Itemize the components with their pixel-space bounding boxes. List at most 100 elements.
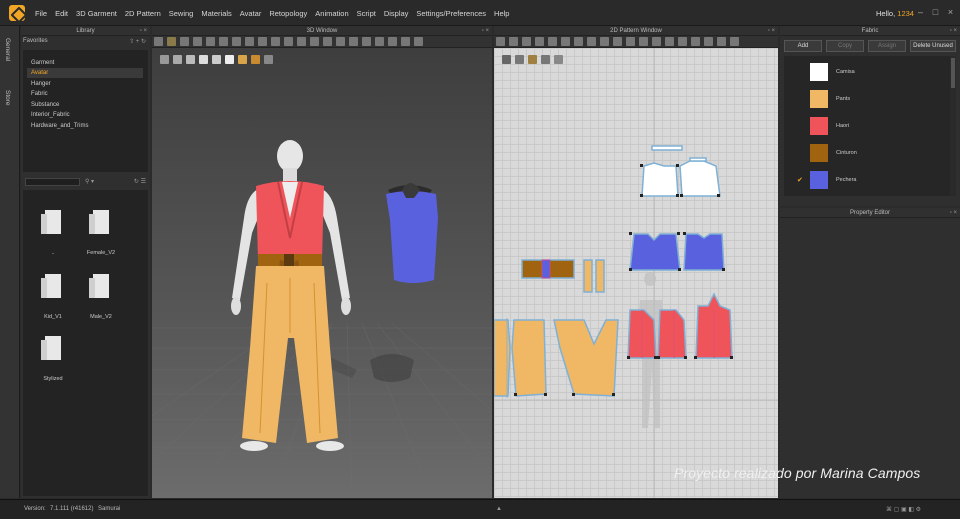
minimize-icon[interactable]: –: [915, 7, 926, 18]
brush-icon[interactable]: [297, 37, 306, 46]
topstitch-2d-icon[interactable]: [717, 37, 726, 46]
panel-float-icon[interactable]: ▫ ×: [950, 26, 957, 36]
internal-polygon-icon[interactable]: [574, 37, 583, 46]
arrange-icon[interactable]: [232, 37, 241, 46]
favorite-substance[interactable]: Substance: [27, 100, 143, 110]
menu-animation[interactable]: Animation: [315, 9, 348, 18]
menu-help[interactable]: Help: [494, 9, 509, 18]
menu-edit[interactable]: Edit: [55, 9, 68, 18]
maximize-icon[interactable]: □: [930, 7, 941, 18]
strengthen-icon[interactable]: [271, 37, 280, 46]
2d-viewport[interactable]: [494, 48, 778, 498]
sew-icon[interactable]: [258, 37, 267, 46]
menu-avatar[interactable]: Avatar: [240, 9, 262, 18]
polygon-icon[interactable]: [535, 37, 544, 46]
favorite-fabric[interactable]: Fabric: [27, 89, 143, 99]
fabric-item[interactable]: ✔ Pechera: [784, 166, 950, 193]
zipper-tool-icon[interactable]: [336, 37, 345, 46]
rectangle-icon[interactable]: [548, 37, 557, 46]
avatar-icon[interactable]: [284, 37, 293, 46]
segment-sew-icon[interactable]: [613, 37, 622, 46]
folder-female-v2[interactable]: Female_V2: [81, 210, 121, 260]
checkmark-icon: ✔: [797, 177, 803, 184]
favorite-hanger[interactable]: Hanger: [27, 79, 143, 89]
menu-settings[interactable]: Settings/Preferences: [416, 9, 486, 18]
texture-icon[interactable]: [310, 37, 319, 46]
free-sew-icon[interactable]: [626, 37, 635, 46]
tab-general[interactable]: General: [4, 38, 11, 61]
button-tool-icon[interactable]: [323, 37, 332, 46]
panel-float-icon[interactable]: ▫ ×: [768, 26, 775, 36]
fabric-item[interactable]: Pants: [784, 85, 950, 112]
garment-icon[interactable]: [414, 37, 423, 46]
expand-up-icon[interactable]: ▲: [496, 506, 502, 512]
favorite-hardware-trims[interactable]: Hardware_and_Trims: [27, 121, 143, 131]
favorite-garment[interactable]: Garment: [27, 58, 143, 68]
trim-tool-icon[interactable]: [388, 37, 397, 46]
folder-kid-v1[interactable]: Kid_V1: [33, 274, 73, 324]
folder-up[interactable]: ..: [33, 210, 73, 260]
status-tools-icon[interactable]: ⌘ ▢ ▣ ◧ ⚙: [886, 506, 921, 513]
menu-file[interactable]: File: [35, 9, 47, 18]
menu-retopology[interactable]: Retopology: [269, 9, 307, 18]
measure-avatar-icon[interactable]: [401, 37, 410, 46]
panel-float-icon[interactable]: ▫ ×: [950, 208, 957, 218]
garment-2d-icon[interactable]: [730, 37, 739, 46]
menu-3d-garment[interactable]: 3D Garment: [76, 9, 117, 18]
panel-float-icon[interactable]: ▫ ×: [140, 26, 147, 36]
greeting-text: Hello,: [876, 9, 896, 18]
tab-store[interactable]: Store: [4, 90, 11, 106]
edit-texture-icon[interactable]: [665, 37, 674, 46]
transform-pattern-icon[interactable]: [509, 37, 518, 46]
trace-icon[interactable]: [600, 37, 609, 46]
topstitch-icon[interactable]: [349, 37, 358, 46]
search-icon[interactable]: ⚲ ▾: [85, 178, 94, 185]
select-tool-icon[interactable]: [154, 37, 163, 46]
folder-stylized[interactable]: Stylized: [33, 336, 73, 386]
menu-2d-pattern[interactable]: 2D Pattern: [125, 9, 161, 18]
panel-float-icon[interactable]: ▫ ×: [482, 26, 489, 36]
puckering-icon[interactable]: [362, 37, 371, 46]
fabric-item[interactable]: Haori: [784, 112, 950, 139]
user-greeting[interactable]: Hello, 1234: [876, 9, 914, 18]
graphic-icon[interactable]: [678, 37, 687, 46]
favorite-avatar[interactable]: Avatar: [27, 68, 143, 78]
edit-curve-icon[interactable]: [522, 37, 531, 46]
3d-viewport[interactable]: [152, 48, 492, 498]
check-sew-icon[interactable]: [639, 37, 648, 46]
scroll-thumb[interactable]: [951, 58, 955, 88]
pin-tool-icon[interactable]: [180, 37, 189, 46]
favorite-interior-fabric[interactable]: Interior_Fabric: [27, 110, 143, 120]
fold-icon[interactable]: [245, 37, 254, 46]
delete-unused-button[interactable]: Delete Unused: [910, 40, 956, 52]
fabric-item[interactable]: Camisa: [784, 58, 950, 85]
fabric-swatch: [810, 63, 828, 81]
app-logo-icon[interactable]: [9, 5, 25, 21]
assign-fabric-button[interactable]: Assign: [868, 40, 906, 52]
copy-fabric-button[interactable]: Copy: [826, 40, 864, 52]
dart-icon[interactable]: [587, 37, 596, 46]
folder-male-v2[interactable]: Male_V2: [81, 274, 121, 324]
tack-tool-icon[interactable]: [193, 37, 202, 46]
pattern-pants: [494, 319, 619, 397]
move-tool-icon[interactable]: [167, 37, 176, 46]
menu-script[interactable]: Script: [357, 9, 376, 18]
menu-display[interactable]: Display: [384, 9, 409, 18]
circle-icon[interactable]: [561, 37, 570, 46]
menu-sewing[interactable]: Sewing: [169, 9, 194, 18]
fabric-scrollbar[interactable]: [950, 56, 956, 196]
elastic-icon[interactable]: [704, 37, 713, 46]
fold-arrange-icon[interactable]: [652, 37, 661, 46]
measure-tool-icon[interactable]: [206, 37, 215, 46]
view-toggle-icon[interactable]: ↻ ☰: [134, 178, 146, 185]
fabric-item[interactable]: Cinturon: [784, 139, 950, 166]
edit-pattern-icon[interactable]: [496, 37, 505, 46]
favorites-actions-icon[interactable]: ⇧ + ↻: [129, 38, 146, 45]
line-tool-icon[interactable]: [375, 37, 384, 46]
library-search-input[interactable]: [25, 178, 80, 186]
pleat-icon[interactable]: [691, 37, 700, 46]
add-fabric-button[interactable]: Add: [784, 40, 822, 52]
close-icon[interactable]: ×: [945, 7, 956, 18]
simulate-icon[interactable]: [219, 37, 228, 46]
menu-materials[interactable]: Materials: [201, 9, 231, 18]
